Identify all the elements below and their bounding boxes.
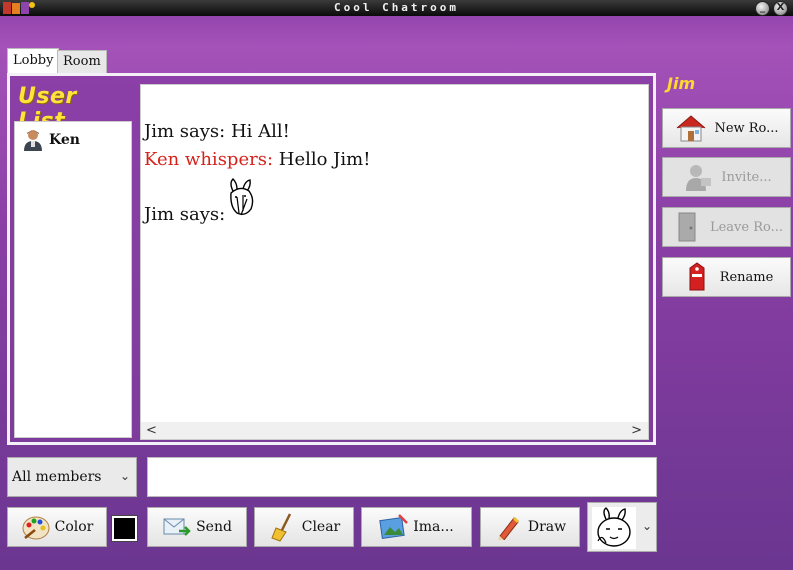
window-title: Cool Chatroom [333,1,460,14]
image-button-label: Ima... [413,519,454,535]
bunny-emoticon-icon [230,178,254,216]
chat-horizontal-scrollbar[interactable]: < > [141,422,648,439]
tab-room-0[interactable]: Room 0 [57,50,107,91]
rename-button[interactable]: Rename [662,257,791,297]
color-button[interactable]: Color [7,507,107,547]
message-speaker: Jim says: [144,121,226,142]
chat-message: Jim says: Hi All! [144,121,290,142]
chevron-down-icon: ⌄ [641,519,652,533]
title-bar: Cool Chatroom _ X [0,0,793,16]
leave-room-label: Leave Ro... [709,219,784,235]
minimize-button[interactable]: _ [755,1,770,16]
tab-lobby[interactable]: Lobby [7,48,60,74]
new-room-button[interactable]: New Ro... [662,108,791,148]
user-avatar-icon [24,130,42,151]
message-speaker: Jim says: [144,204,226,225]
chat-message: Jim says: [144,204,225,225]
send-button-label: Send [196,519,232,535]
house-icon [674,112,708,144]
message-speaker: Ken whispers: [144,149,274,170]
draw-button-label: Draw [527,519,567,535]
clear-button-label: Clear [301,519,341,535]
chat-area[interactable]: Jim says: Hi All! Ken whispers: Hello Ji… [140,84,649,440]
scroll-right-icon[interactable]: > [631,422,642,439]
chat-message: Ken whispers: Hello Jim! [144,149,370,170]
new-room-label: New Ro... [714,120,779,136]
door-icon [670,211,704,243]
message-text: Hi All! [230,121,290,142]
clear-button[interactable]: Clear [254,507,354,547]
emoticon-select[interactable]: ⌄ [587,502,657,552]
pencil-icon [494,512,524,542]
palette-icon [21,512,51,542]
invite-label: Invite... [721,169,772,185]
color-button-label: Color [54,519,94,535]
user-list-title: User List [18,84,77,134]
bunny-emoticon-icon [597,507,631,547]
recipient-selected: All members [12,469,102,485]
draw-button[interactable]: Draw [480,507,580,547]
message-text: Hello Jim! [278,149,371,170]
chevron-down-icon: ⌄ [119,469,130,483]
user-name: Ken [49,132,80,148]
close-button[interactable]: X [773,1,788,16]
emoticon-preview [592,507,636,549]
person-icon [681,161,715,193]
tag-icon [680,261,714,293]
current-color-swatch[interactable] [111,515,138,542]
broom-icon [268,512,298,542]
invite-button[interactable]: Invite... [662,157,791,197]
scroll-left-icon[interactable]: < [146,422,157,439]
leave-room-button[interactable]: Leave Ro... [662,207,791,247]
recipient-select[interactable]: All members ⌄ [7,457,137,497]
send-envelope-icon [162,512,192,542]
user-list[interactable]: Ken [14,121,132,438]
current-user-name: Jim [667,74,696,93]
image-icon [379,512,409,542]
user-list-item[interactable]: Ken [23,128,80,152]
message-input[interactable] [147,457,657,497]
image-button[interactable]: Ima... [361,507,472,547]
send-button[interactable]: Send [147,507,247,547]
rename-label: Rename [719,269,774,285]
